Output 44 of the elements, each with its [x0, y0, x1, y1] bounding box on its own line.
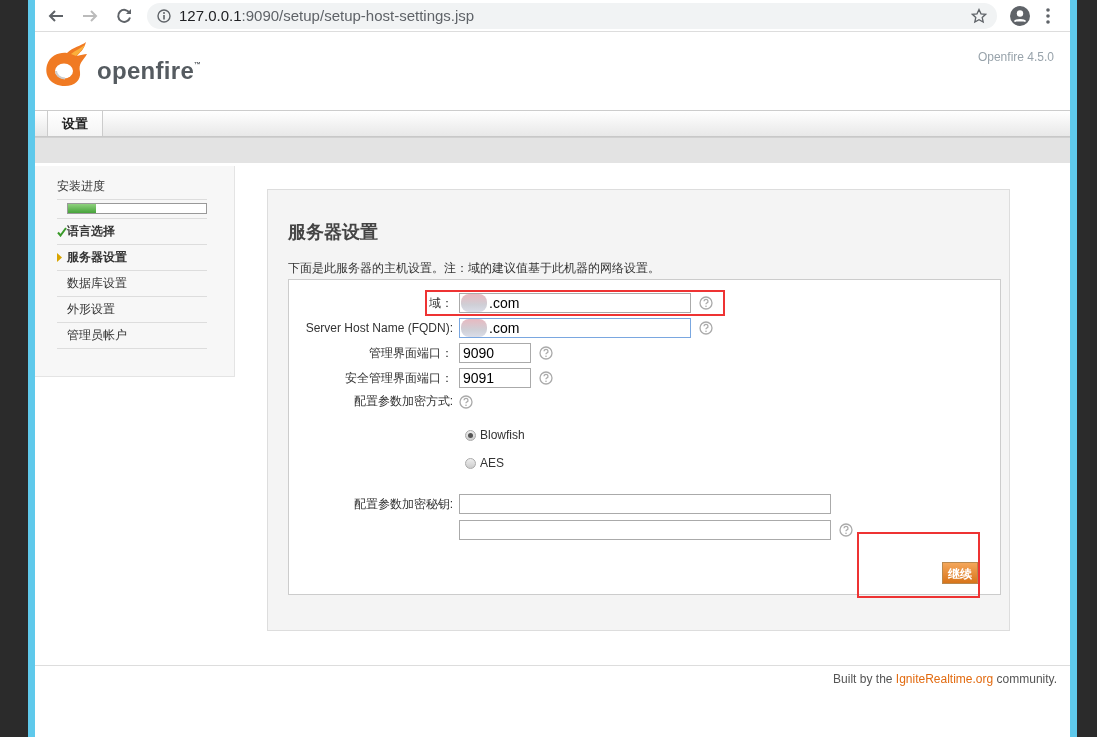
check-icon: [57, 226, 67, 237]
step-item: 数据库设置: [67, 275, 127, 292]
help-icon[interactable]: [839, 523, 853, 537]
step-item: 语言选择: [67, 223, 115, 240]
field-label: 配置参数加密秘钥:: [353, 496, 453, 513]
help-icon[interactable]: [699, 321, 713, 335]
field-label: 管理界面端口：: [369, 344, 453, 362]
input-field[interactable]: .com: [459, 318, 691, 338]
url-text[interactable]: 127.0.0.1:9090/setup/setup-host-settings.jsp: [179, 7, 475, 24]
step-item: 管理员帐户: [67, 327, 127, 344]
help-icon[interactable]: [459, 394, 473, 409]
description-text: 下面是此服务器的主机设置。注：域的建议值基于此机器的网络设置。: [288, 260, 661, 277]
page-title: 服务器设置: [288, 221, 379, 244]
pointer-icon: [57, 253, 62, 262]
input-field[interactable]: 9091: [459, 368, 531, 388]
field-label: 配置参数加密方式:: [353, 393, 453, 410]
radio-button[interactable]: [465, 429, 476, 441]
menu-icon[interactable]: [1046, 7, 1050, 24]
address-bar[interactable]: 127.0.0.1:9090/setup/setup-host-settings.jsp: [147, 2, 997, 29]
logo-text: openfire$^{™}$: [97, 57, 202, 85]
step-item: 服务器设置: [67, 249, 127, 266]
flame-logo-icon: [43, 42, 89, 88]
input-field[interactable]: [459, 494, 831, 514]
help-icon[interactable]: [539, 346, 553, 360]
input-field[interactable]: 9090: [459, 343, 531, 363]
reload-icon[interactable]: [115, 6, 133, 25]
version-text: Openfire 4.5.0: [977, 50, 1054, 64]
radio-label: AES: [480, 456, 504, 470]
footer-credit: Built by the IgniteRealtime.org community.: [833, 672, 1057, 686]
field-label: Server Host Name (FQDN):: [305, 321, 453, 335]
star-icon[interactable]: [971, 7, 987, 24]
help-icon[interactable]: [699, 296, 713, 310]
input-field[interactable]: [459, 520, 831, 540]
account-icon[interactable]: [1010, 5, 1030, 26]
radio-button[interactable]: [465, 457, 476, 469]
radio-label: Blowfish: [480, 428, 525, 442]
sidebar-title: 安装进度: [57, 174, 207, 200]
field-label: 域：: [429, 294, 453, 312]
tab[interactable]: 设置: [47, 111, 103, 136]
help-icon[interactable]: [539, 371, 553, 385]
info-icon[interactable]: [157, 8, 171, 23]
input-field[interactable]: .com: [459, 293, 691, 313]
step-item: 外形设置: [67, 301, 115, 318]
field-label: 安全管理界面端口：: [345, 369, 453, 387]
